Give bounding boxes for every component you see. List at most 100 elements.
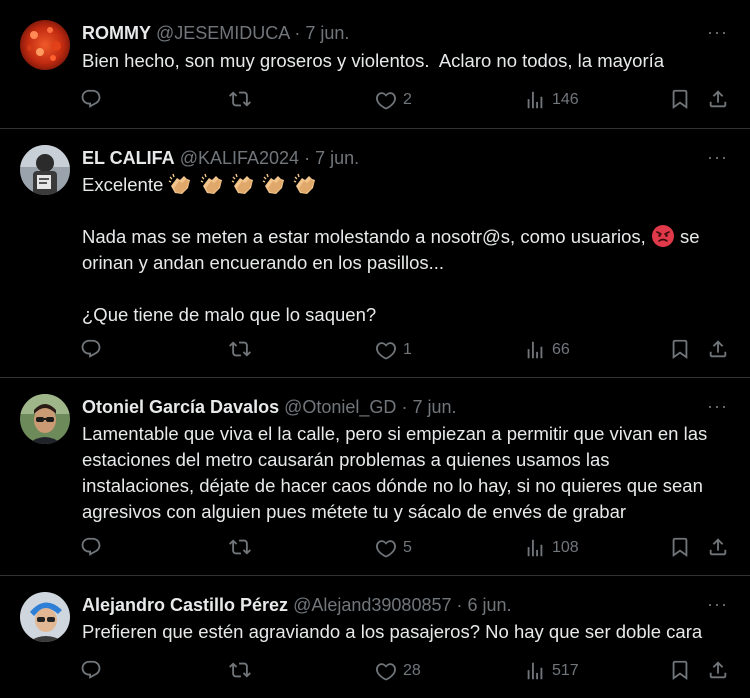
tweet-date[interactable]: 7 jun. bbox=[412, 397, 456, 417]
bookmark-button[interactable] bbox=[669, 536, 691, 558]
retweet-icon bbox=[229, 536, 251, 558]
reply-button[interactable] bbox=[80, 88, 102, 110]
tweet-date[interactable]: 7 jun. bbox=[315, 148, 359, 168]
like-button[interactable]: 5 bbox=[375, 536, 412, 560]
angry-face-emoji bbox=[651, 224, 675, 248]
share-button[interactable] bbox=[707, 338, 729, 360]
avatar[interactable] bbox=[20, 394, 70, 444]
clapping-hands-emoji bbox=[262, 172, 288, 196]
views-button[interactable]: 108 bbox=[524, 536, 579, 560]
share-icon bbox=[707, 88, 729, 110]
views-icon bbox=[524, 89, 546, 111]
tweet[interactable]: Otoniel García Davalos @Otoniel_GD · 7 j… bbox=[0, 378, 750, 576]
avatar-image bbox=[20, 394, 70, 444]
like-button[interactable]: 28 bbox=[375, 659, 421, 683]
share-icon bbox=[707, 536, 729, 558]
tweet-actions: 28 517 bbox=[0, 659, 750, 685]
tweet-date[interactable]: 7 jun. bbox=[305, 23, 349, 43]
share-icon bbox=[707, 338, 729, 360]
reply-button[interactable] bbox=[80, 659, 102, 681]
views-button[interactable]: 517 bbox=[524, 659, 579, 683]
bookmark-icon bbox=[669, 88, 691, 110]
tweet-actions: 2 146 bbox=[0, 88, 750, 114]
retweet-icon bbox=[229, 88, 251, 110]
more-icon[interactable]: ··· bbox=[707, 594, 728, 614]
views-icon bbox=[524, 537, 546, 559]
author-handle[interactable]: @Alejand39080857 bbox=[293, 595, 451, 615]
retweet-button[interactable] bbox=[229, 536, 251, 558]
clapping-hands-emoji bbox=[231, 172, 257, 196]
bookmark-button[interactable] bbox=[669, 659, 691, 681]
reply-button[interactable] bbox=[80, 536, 102, 558]
tweet-text: Prefieren que estén agraviando a los pas… bbox=[82, 621, 703, 642]
author-handle[interactable]: @JESEMIDUCA bbox=[156, 23, 289, 43]
like-count: 1 bbox=[403, 341, 412, 358]
share-button[interactable] bbox=[707, 536, 729, 558]
tweet-text-line: se bbox=[674, 226, 700, 247]
views-icon bbox=[524, 339, 546, 361]
more-icon[interactable]: ··· bbox=[707, 22, 728, 42]
author-handle[interactable]: @KALIFA2024 bbox=[180, 148, 299, 168]
tweet-actions: 1 66 bbox=[0, 338, 750, 364]
views-button[interactable]: 66 bbox=[524, 338, 570, 362]
author-name[interactable]: EL CALIFA bbox=[82, 148, 175, 168]
tweet-text-line: Excelente bbox=[82, 174, 169, 195]
share-button[interactable] bbox=[707, 659, 729, 681]
author-name[interactable]: ROMMY bbox=[82, 23, 151, 43]
avatar[interactable] bbox=[20, 145, 70, 195]
like-icon bbox=[375, 660, 397, 682]
like-button[interactable]: 1 bbox=[375, 338, 412, 362]
retweet-button[interactable] bbox=[229, 338, 251, 360]
retweet-icon bbox=[229, 659, 251, 681]
like-button[interactable]: 2 bbox=[375, 88, 412, 112]
views-icon bbox=[524, 660, 546, 682]
bookmark-button[interactable] bbox=[669, 338, 691, 360]
separator-dot: · bbox=[456, 595, 463, 615]
retweet-button[interactable] bbox=[229, 659, 251, 681]
like-count: 2 bbox=[403, 91, 412, 108]
tweet[interactable]: Alejandro Castillo Pérez @Alejand3908085… bbox=[0, 576, 750, 698]
reply-button[interactable] bbox=[80, 338, 102, 360]
more-icon[interactable]: ··· bbox=[707, 396, 728, 416]
clapping-hands-emoji bbox=[168, 172, 194, 196]
like-count: 28 bbox=[403, 662, 421, 679]
bookmark-button[interactable] bbox=[669, 88, 691, 110]
tweet-actions: 5 108 bbox=[0, 536, 750, 562]
tweet-text: Excelente Nada mas se meten a estar mole… bbox=[82, 172, 700, 328]
author-handle[interactable]: @Otoniel_GD bbox=[284, 397, 396, 417]
reply-icon bbox=[80, 536, 102, 558]
tweet-text-line: ¿Que tiene de malo que lo saquen? bbox=[82, 304, 377, 325]
tweet-header: Alejandro Castillo Pérez @Alejand3908085… bbox=[82, 593, 512, 617]
like-icon bbox=[375, 339, 397, 361]
like-icon bbox=[375, 537, 397, 559]
views-button[interactable]: 146 bbox=[524, 88, 579, 112]
tweet-header: ROMMY @JESEMIDUCA · 7 jun. bbox=[82, 21, 349, 45]
views-count: 66 bbox=[552, 341, 570, 358]
tweet-text-line: orinan y andan encuerando en los pasillo… bbox=[82, 252, 445, 273]
tweet[interactable]: ROMMY @JESEMIDUCA · 7 jun. ··· Bien hech… bbox=[0, 0, 750, 129]
bookmark-icon bbox=[669, 338, 691, 360]
author-name[interactable]: Alejandro Castillo Pérez bbox=[82, 595, 288, 615]
tweet[interactable]: EL CALIFA @KALIFA2024 · 7 jun. ··· Excel… bbox=[0, 129, 750, 378]
reply-icon bbox=[80, 88, 102, 110]
like-count: 5 bbox=[403, 539, 412, 556]
views-count: 146 bbox=[552, 91, 579, 108]
tweet-header: Otoniel García Davalos @Otoniel_GD · 7 j… bbox=[82, 395, 457, 419]
separator-dot: · bbox=[401, 397, 408, 417]
bookmark-icon bbox=[669, 659, 691, 681]
views-count: 108 bbox=[552, 539, 579, 556]
share-button[interactable] bbox=[707, 88, 729, 110]
share-icon bbox=[707, 659, 729, 681]
tweet-header: EL CALIFA @KALIFA2024 · 7 jun. bbox=[82, 146, 359, 170]
avatar[interactable] bbox=[20, 592, 70, 642]
retweet-button[interactable] bbox=[229, 88, 251, 110]
views-count: 517 bbox=[552, 662, 579, 679]
tweet-date[interactable]: 6 jun. bbox=[468, 595, 512, 615]
like-icon bbox=[375, 89, 397, 111]
separator-dot: · bbox=[304, 148, 311, 168]
reply-icon bbox=[80, 338, 102, 360]
author-name[interactable]: Otoniel García Davalos bbox=[82, 397, 279, 417]
avatar-image bbox=[20, 145, 70, 195]
avatar[interactable] bbox=[20, 20, 70, 70]
more-icon[interactable]: ··· bbox=[707, 147, 728, 167]
